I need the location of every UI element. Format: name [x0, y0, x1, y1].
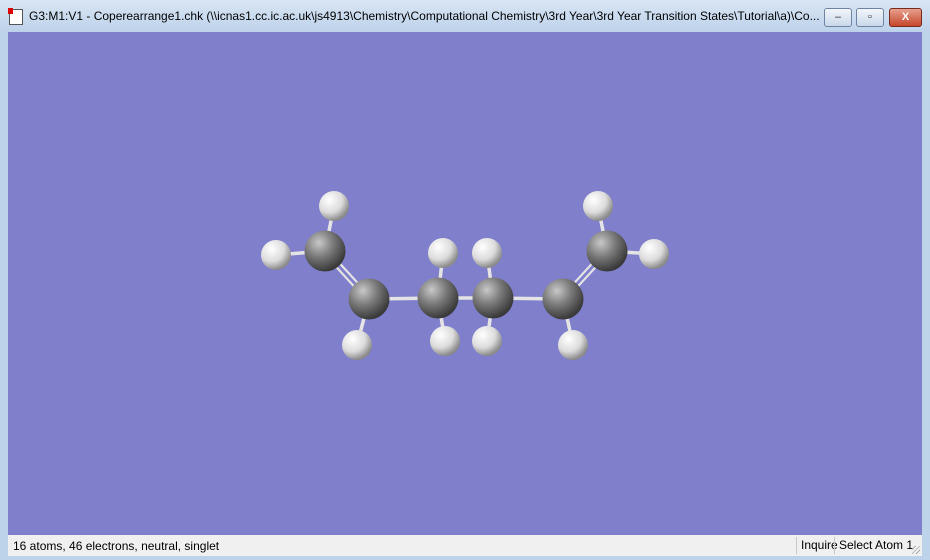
hydrogen-atom[interactable]	[472, 326, 502, 356]
minimize-button[interactable]: –	[824, 8, 852, 27]
carbon-atom[interactable]	[542, 278, 584, 320]
app-icon[interactable]	[8, 8, 23, 25]
window-title: G3:M1:V1 - Coperearrange1.chk (\\icnas1.…	[29, 9, 820, 23]
resize-grip[interactable]	[912, 546, 920, 554]
molecule-view[interactable]	[8, 32, 922, 535]
hydrogen-atom[interactable]	[428, 238, 458, 268]
hydrogen-atom[interactable]	[558, 330, 588, 360]
molecule-summary: 16 atoms, 46 electrons, neutral, singlet	[13, 539, 220, 553]
hydrogen-atom[interactable]	[472, 238, 502, 268]
carbon-atom[interactable]	[417, 277, 459, 319]
hydrogen-atom[interactable]	[639, 239, 669, 269]
carbon-atom[interactable]	[304, 230, 346, 272]
hydrogen-atom[interactable]	[430, 326, 460, 356]
hydrogen-atom[interactable]	[261, 240, 291, 270]
status-bar: 16 atoms, 46 electrons, neutral, singlet…	[8, 535, 922, 556]
title-bar[interactable]: G3:M1:V1 - Coperearrange1.chk (\\icnas1.…	[0, 0, 930, 32]
hydrogen-atom[interactable]	[583, 191, 613, 221]
maximize-button[interactable]: ▫	[856, 8, 884, 27]
carbon-atom[interactable]	[472, 277, 514, 319]
hydrogen-atom[interactable]	[342, 330, 372, 360]
action-indicator: Select Atom 1	[834, 537, 913, 554]
bonds	[275, 205, 655, 346]
carbon-atom[interactable]	[348, 278, 390, 320]
close-button[interactable]: X	[889, 8, 922, 27]
hydrogen-atom[interactable]	[319, 191, 349, 221]
atoms[interactable]	[261, 191, 669, 360]
carbon-atom[interactable]	[586, 230, 628, 272]
mode-indicator: Inquire	[796, 537, 838, 554]
molecule-viewport[interactable]	[8, 32, 922, 535]
